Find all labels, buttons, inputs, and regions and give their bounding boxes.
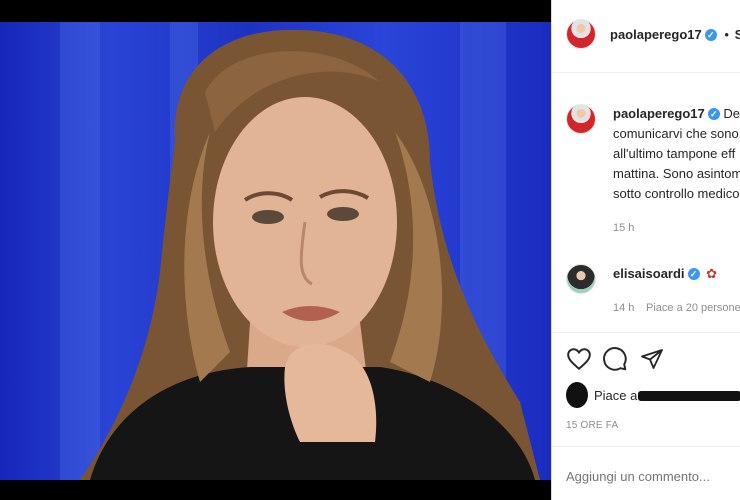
caption-line: comunicarvi che sono <box>613 126 739 141</box>
post-date[interactable]: 15 ORE FA <box>566 420 618 431</box>
verified-icon: ✓ <box>704 29 717 41</box>
comment-icon[interactable] <box>602 346 628 372</box>
caption-line: all'ultimo tampone eff <box>613 146 736 161</box>
avatar[interactable] <box>566 19 596 49</box>
caption-time[interactable]: 15 h <box>613 222 634 234</box>
comment-username[interactable]: elisaisoardi <box>613 266 685 281</box>
caption-avatar[interactable] <box>566 104 596 134</box>
action-bar <box>552 342 740 378</box>
comment-time[interactable]: 14 h <box>613 302 634 314</box>
letterbox-bottom <box>0 480 551 500</box>
add-comment-input[interactable] <box>566 466 736 486</box>
likes-row: Piace a <box>552 380 740 410</box>
caption-line: sotto controllo medico <box>613 186 740 201</box>
verified-icon: ✓ <box>687 268 700 280</box>
caption-line: mattina. Sono asintom <box>613 166 740 181</box>
header-separator: • <box>724 27 729 42</box>
liker-avatar[interactable] <box>566 382 588 408</box>
caption-username[interactable]: paolaperego17 <box>613 106 705 121</box>
redaction-mark <box>638 391 740 401</box>
post-side-panel: paolaperego17✓ • Se paolaperego17✓ Des c… <box>551 0 740 500</box>
share-icon[interactable] <box>640 347 664 371</box>
post-viewer: paolaperego17✓ • Se paolaperego17✓ Des c… <box>0 0 740 500</box>
divider <box>552 332 740 333</box>
divider <box>552 72 740 73</box>
verified-icon: ✓ <box>707 108 720 120</box>
comment-avatar[interactable] <box>566 264 596 294</box>
rose-emoji: ✿ <box>706 266 718 281</box>
post-header: paolaperego17✓ • Se <box>552 0 740 72</box>
divider <box>552 446 740 447</box>
follow-button[interactable]: Se <box>735 27 740 42</box>
caption-line: Des <box>723 106 740 121</box>
woman-portrait <box>80 29 540 480</box>
likes-prefix[interactable]: Piace a <box>594 388 637 403</box>
post-photo[interactable] <box>0 22 551 480</box>
comment-likes[interactable]: Piace a 20 persone <box>646 302 740 314</box>
heart-icon[interactable] <box>566 346 592 372</box>
header-username[interactable]: paolaperego17 <box>610 27 702 42</box>
